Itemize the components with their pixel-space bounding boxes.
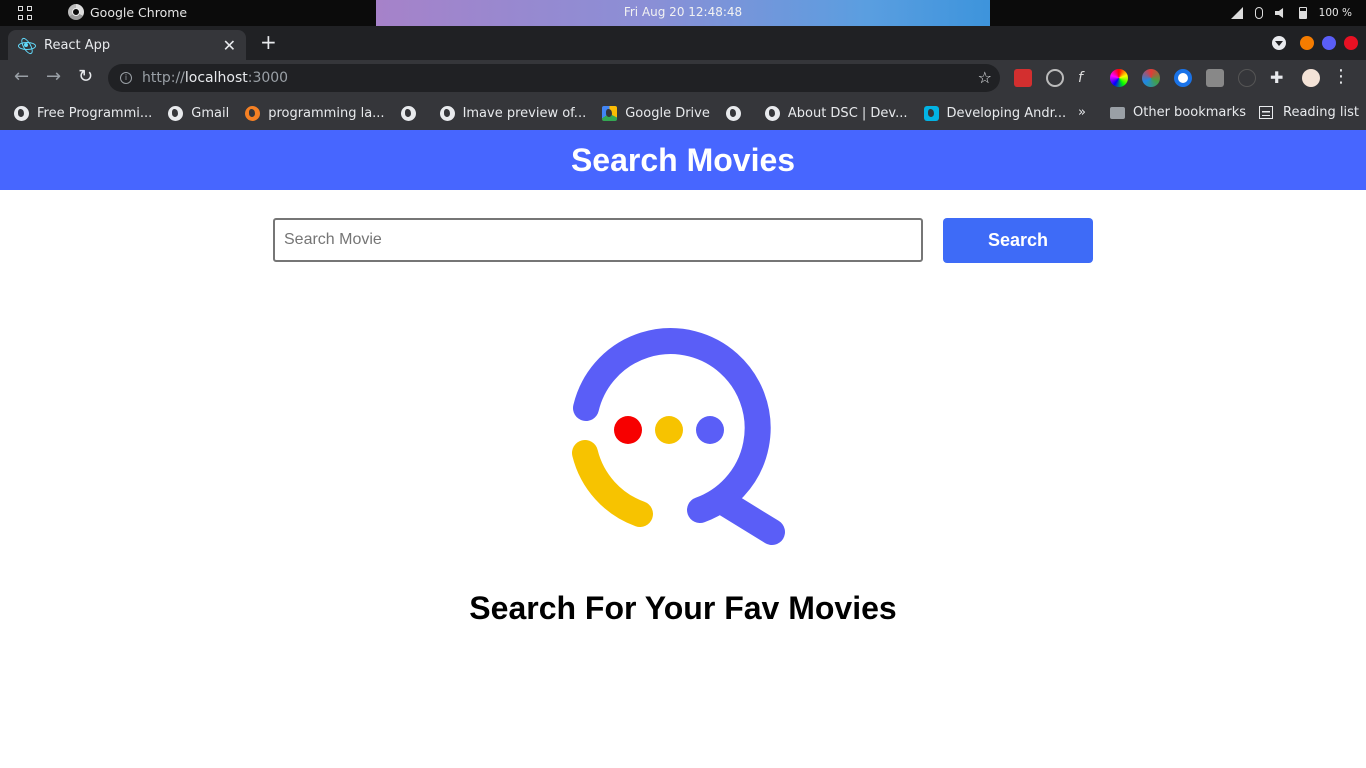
close-window-button[interactable] [1344, 36, 1358, 50]
battery-icon [1298, 7, 1307, 19]
bookmark-label: programming la... [268, 105, 385, 121]
bookmark-label: Gmail [191, 105, 230, 121]
minimize-button[interactable] [1300, 36, 1314, 50]
freecodecamp-icon [14, 105, 29, 121]
tagline: Search For Your Fav Movies [469, 590, 897, 626]
system-tray[interactable]: 100 % [1230, 0, 1352, 26]
bookmark-item[interactable]: Imave preview of... [439, 105, 587, 121]
stackoverflow-icon [245, 105, 261, 121]
url-host: localhost [184, 70, 248, 86]
reload-icon[interactable]: ↻ [78, 68, 93, 86]
bookmark-item[interactable] [725, 105, 749, 121]
search-input[interactable] [273, 218, 923, 262]
profile-avatar[interactable] [1302, 69, 1320, 87]
bookmark-item[interactable]: Gmail [168, 105, 230, 121]
close-tab-icon[interactable]: ✕ [223, 36, 236, 55]
bookmark-label: Imave preview of... [462, 105, 587, 121]
bookmark-item[interactable]: About DSC | Dev... [764, 105, 908, 121]
react-icon [18, 37, 36, 53]
reading-list[interactable]: Reading list [1259, 105, 1359, 120]
extensions-area: f ✚ [1014, 69, 1320, 87]
other-bookmarks-label: Other bookmarks [1133, 105, 1247, 120]
bookmark-star-icon[interactable]: ☆ [978, 68, 992, 87]
globe-icon [400, 105, 416, 121]
bookmark-label: Developing Andr... [946, 105, 1067, 121]
tab-title: React App [44, 37, 111, 53]
os-active-app[interactable]: Google Chrome [68, 4, 187, 20]
new-tab-button[interactable]: + [260, 32, 277, 52]
bookmark-label: Free Programmi... [37, 105, 153, 121]
bookmark-item[interactable] [400, 105, 424, 121]
tab-react-app[interactable]: React App ✕ [8, 30, 246, 60]
drive-icon [602, 105, 618, 121]
extension-red-icon[interactable] [1014, 69, 1032, 87]
extensions-puzzle-icon[interactable]: ✚ [1270, 69, 1288, 87]
extension-gray-icon[interactable] [1206, 69, 1224, 87]
browser-toolbar: ← → ↻ i http://localhost:3000 ☆ f ✚ ⋮ [0, 60, 1366, 96]
search-logo-icon [572, 328, 785, 545]
info-icon[interactable]: i [120, 72, 132, 84]
page-header: Search Movies [0, 130, 1366, 190]
chrome-menu-icon[interactable]: ⋮ [1332, 68, 1350, 86]
bookmark-item[interactable]: Developing Andr... [923, 105, 1067, 121]
more-bookmarks-icon[interactable]: » [1078, 105, 1086, 120]
extension-colorful-icon[interactable] [1110, 69, 1128, 87]
extension-target-icon[interactable] [1046, 69, 1064, 87]
extension-rgb-icon[interactable] [1142, 69, 1160, 87]
globe-icon [439, 105, 455, 121]
bookmark-item[interactable]: Free Programmi... [14, 105, 153, 121]
bookmark-item[interactable]: Google Drive [602, 105, 710, 121]
wifi-icon [1230, 7, 1243, 19]
os-clock[interactable]: Fri Aug 20 12:48:48 [376, 0, 990, 26]
tab-strip: React App ✕ + [0, 26, 1366, 60]
udacity-icon [923, 105, 939, 121]
bluetooth-icon [1254, 7, 1263, 19]
globe-icon [168, 105, 184, 121]
reading-list-label: Reading list [1283, 105, 1359, 120]
url-port: :3000 [247, 70, 289, 86]
search-button[interactable]: Search [943, 218, 1093, 263]
bookmark-label: About DSC | Dev... [787, 105, 908, 121]
bookmarks-bar: Free Programmi... Gmail programming la..… [0, 96, 1366, 130]
other-bookmarks[interactable]: Other bookmarks [1110, 105, 1246, 120]
os-top-bar: Google Chrome Fri Aug 20 12:48:48 100 % [0, 0, 1366, 26]
back-arrow-icon[interactable]: ← [14, 68, 29, 86]
app-grid-icon[interactable] [18, 6, 32, 20]
globe-icon [764, 105, 780, 121]
tab-search-icon[interactable] [1272, 36, 1286, 50]
bookmark-item[interactable]: programming la... [245, 105, 385, 121]
extension-dark-icon[interactable] [1238, 69, 1256, 87]
forward-arrow-icon[interactable]: → [46, 68, 61, 86]
os-app-name: Google Chrome [90, 4, 188, 20]
folder-icon [1110, 106, 1125, 119]
bookmark-label: Google Drive [625, 105, 710, 121]
battery-level: 100 % [1318, 7, 1352, 19]
extension-formula-icon[interactable]: f [1078, 69, 1096, 87]
volume-icon [1274, 8, 1284, 18]
url-scheme: http:// [142, 70, 185, 86]
reading-list-icon [1259, 106, 1273, 119]
extension-blue-circle-icon[interactable] [1174, 69, 1192, 87]
chrome-icon [68, 4, 84, 20]
maximize-button[interactable] [1322, 36, 1336, 50]
address-bar[interactable]: i http://localhost:3000 ☆ [108, 64, 1000, 92]
globe-icon [725, 105, 741, 121]
